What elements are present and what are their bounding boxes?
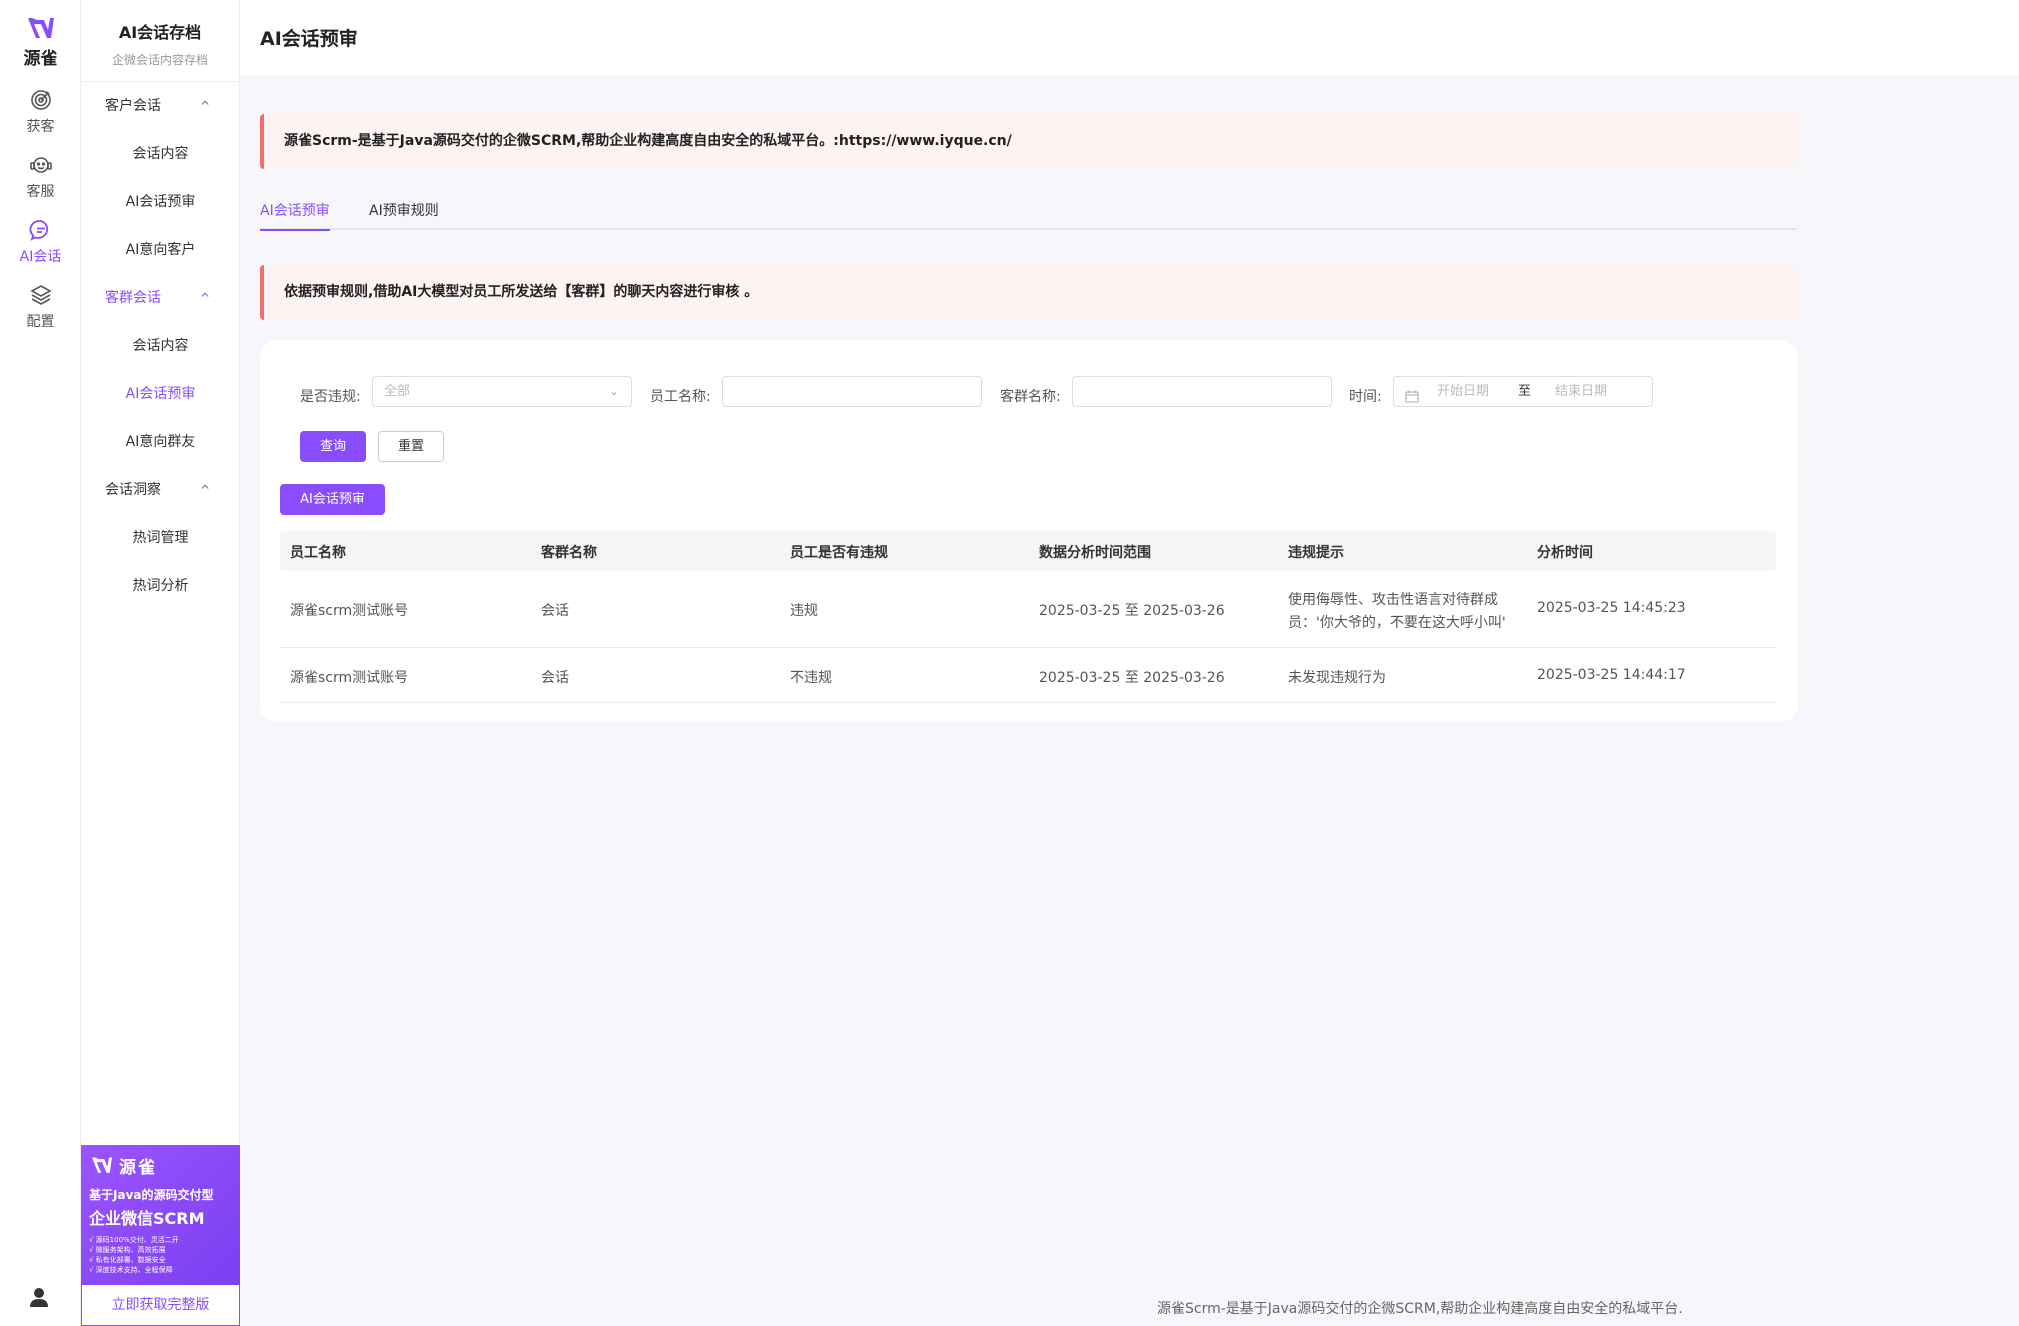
- column-header: 员工是否有违规: [790, 545, 888, 561]
- headset-icon: [29, 157, 52, 173]
- sidebar-item-customer-content[interactable]: 会话内容: [81, 139, 240, 169]
- group-cell: 会话: [541, 603, 569, 619]
- layers-icon: [29, 285, 52, 305]
- review-table: 员工名称 客群名称 员工是否有违规 数据分析时间范围 违规提示 分析时间 源雀s…: [280, 531, 1776, 703]
- time-filter-label: 时间:: [1349, 389, 1382, 405]
- sidebar-group-insight[interactable]: 会话洞察 ^: [81, 475, 240, 505]
- top-bar: AI会话预审: [240, 0, 2019, 75]
- promo-line1: 基于Java的源码交付型: [89, 1188, 214, 1202]
- chevron-up-icon: ^: [199, 483, 210, 497]
- sidebar-group-group-chat[interactable]: 客群会话 ^: [81, 283, 240, 313]
- violation-select-value: 全部: [384, 384, 411, 399]
- employee-filter-label: 员工名称:: [650, 389, 711, 405]
- column-header: 客群名称: [541, 545, 597, 561]
- group-label: 客群会话: [105, 290, 161, 306]
- query-button[interactable]: 查询: [300, 431, 366, 462]
- sidebar-item-group-ai-review[interactable]: AI会话预审: [81, 379, 240, 409]
- rail-label: AI会话: [19, 249, 62, 265]
- rail-label: 客服: [26, 184, 55, 200]
- promo-bullets: √ 源码100%交付、灵活二开 √ 微服务架构、高效拓展 √ 私有化部署、数据安…: [89, 1235, 232, 1275]
- promo-panel: 源雀 基于Java的源码交付型 企业微信SCRM √ 源码100%交付、灵活二开…: [81, 1145, 240, 1326]
- rail-item-acquire[interactable]: 获客: [0, 88, 81, 136]
- employee-cell: 源雀scrm测试账号: [290, 670, 409, 686]
- employee-name-input[interactable]: [722, 376, 982, 407]
- violation-hint-cell: 未发现违规行为: [1288, 670, 1386, 686]
- end-date-placeholder: 结束日期: [1555, 384, 1608, 399]
- chevron-up-icon: ^: [199, 99, 210, 113]
- promo-bullet: √ 源码100%交付、灵活二开: [89, 1236, 179, 1244]
- violation-cell: 不违规: [790, 670, 832, 686]
- promo-brand: 源雀: [89, 1153, 232, 1178]
- group-name-input[interactable]: [1072, 376, 1332, 407]
- sidebar-item-customer-ai-review[interactable]: AI会话预审: [81, 187, 240, 217]
- sidebar-item-group-ai-intent[interactable]: AI意向群友: [81, 427, 240, 457]
- rail-label: 获客: [26, 119, 55, 135]
- promo-bullet: √ 微服务架构、高效拓展: [89, 1246, 166, 1254]
- sidebar-subtitle: 企微会话内容存档: [111, 53, 208, 67]
- violation-cell: 违规: [790, 603, 818, 619]
- calendar-icon: [1405, 385, 1419, 414]
- date-range-separator: 至: [1518, 384, 1532, 399]
- user-avatar-icon[interactable]: [28, 1286, 50, 1312]
- date-range-picker[interactable]: 开始日期 至 结束日期: [1393, 376, 1653, 407]
- chevron-down-icon: ⌄: [608, 384, 619, 398]
- promo-bullet: √ 私有化部署、数据安全: [89, 1256, 166, 1264]
- logo-mark-icon: [92, 1157, 112, 1173]
- violation-hint-cell: 使用侮辱性、攻击性语言对待群成员：'你大爷的，不要在这大呼小叫': [1288, 592, 1506, 631]
- reset-button[interactable]: 重置: [378, 431, 444, 462]
- tab-ai-review[interactable]: AI会话预审: [260, 200, 330, 231]
- secondary-sidebar: AI会话存档 企微会话内容存档 客户会话 ^ 会话内容 AI会话预审 AI意向客…: [81, 0, 240, 1326]
- promo-brand-name: 源雀: [119, 1158, 157, 1178]
- tab-bar: AI会话预审 AI预审规则: [260, 200, 1797, 231]
- info-banner: 源雀Scrm-是基于Java源码交付的企微SCRM,帮助企业构建高度自由安全的私…: [260, 114, 1797, 169]
- column-header: 员工名称: [290, 545, 346, 561]
- range-cell: 2025-03-25 至 2025-03-26: [1039, 670, 1225, 686]
- table-row[interactable]: 源雀scrm测试账号 会话 违规 2025-03-25 至 2025-03-26…: [280, 571, 1776, 648]
- group-label: 会话洞察: [105, 482, 161, 498]
- group-cell: 会话: [541, 670, 569, 686]
- rail-label: 配置: [26, 314, 55, 330]
- promo-bullet: √ 深度技术支持、全程保障: [89, 1266, 173, 1274]
- table-header: 员工名称 客群名称 员工是否有违规 数据分析时间范围 违规提示 分析时间: [280, 531, 1776, 571]
- range-cell: 2025-03-25 至 2025-03-26: [1039, 603, 1225, 619]
- rail-item-service[interactable]: 客服: [0, 153, 81, 201]
- tab-ai-review-rules[interactable]: AI预审规则: [369, 200, 439, 230]
- sidebar-item-group-content[interactable]: 会话内容: [81, 331, 240, 361]
- violation-filter-label: 是否违规:: [300, 389, 361, 405]
- icon-rail: 源雀 获客 客服 AI会话 配置: [0, 0, 81, 1326]
- logo-mark-icon: [27, 18, 54, 38]
- chevron-up-icon: ^: [199, 291, 210, 305]
- sidebar-item-customer-ai-intent[interactable]: AI意向客户: [81, 235, 240, 265]
- footer-text: 源雀Scrm-是基于Java源码交付的企微SCRM,帮助企业构建高度自由安全的私…: [1157, 1301, 1683, 1317]
- rail-item-config[interactable]: 配置: [0, 283, 81, 331]
- sidebar-header: AI会话存档 企微会话内容存档: [81, 0, 239, 82]
- rail-item-ai-chat[interactable]: AI会话: [0, 218, 81, 266]
- rule-banner: 依据预审规则,借助AI大模型对员工所发送给【客群】的聊天内容进行审核 。: [260, 265, 1797, 320]
- employee-cell: 源雀scrm测试账号: [290, 603, 409, 619]
- group-label: 客户会话: [105, 98, 161, 114]
- analysis-time-cell: 2025-03-25 14:44:17: [1537, 667, 1686, 683]
- group-filter-label: 客群名称:: [1000, 389, 1061, 405]
- sidebar-group-customer-chat[interactable]: 客户会话 ^: [81, 91, 240, 121]
- get-full-version-button[interactable]: 立即获取完整版: [81, 1285, 240, 1326]
- column-header: 数据分析时间范围: [1039, 545, 1151, 561]
- page-title: AI会话预审: [260, 28, 358, 50]
- table-row[interactable]: 源雀scrm测试账号 会话 不违规 2025-03-25 至 2025-03-2…: [280, 648, 1776, 703]
- target-icon: [30, 90, 51, 110]
- promo-card: 源雀 基于Java的源码交付型 企业微信SCRM √ 源码100%交付、灵活二开…: [81, 1145, 240, 1285]
- sidebar-item-hotword-manage[interactable]: 热词管理: [81, 523, 240, 553]
- analysis-time-cell: 2025-03-25 14:45:23: [1537, 600, 1686, 616]
- promo-line2: 企业微信SCRM: [89, 1209, 205, 1228]
- column-header: 分析时间: [1537, 545, 1593, 561]
- brand-logo[interactable]: 源雀: [0, 16, 81, 69]
- column-header: 违规提示: [1288, 545, 1344, 561]
- start-date-placeholder: 开始日期: [1437, 384, 1490, 399]
- sidebar-item-hotword-analysis[interactable]: 热词分析: [81, 571, 240, 601]
- brand-name: 源雀: [23, 49, 58, 69]
- violation-select[interactable]: 全部 ⌄: [372, 376, 632, 407]
- sidebar-title: AI会话存档: [118, 23, 202, 42]
- chat-icon: [29, 219, 48, 241]
- content-card: 是否违规: 全部 ⌄ 员工名称: 客群名称: 时间: 开始日期 至 结束日期 查…: [260, 340, 1797, 722]
- ai-review-button[interactable]: AI会话预审: [280, 484, 385, 515]
